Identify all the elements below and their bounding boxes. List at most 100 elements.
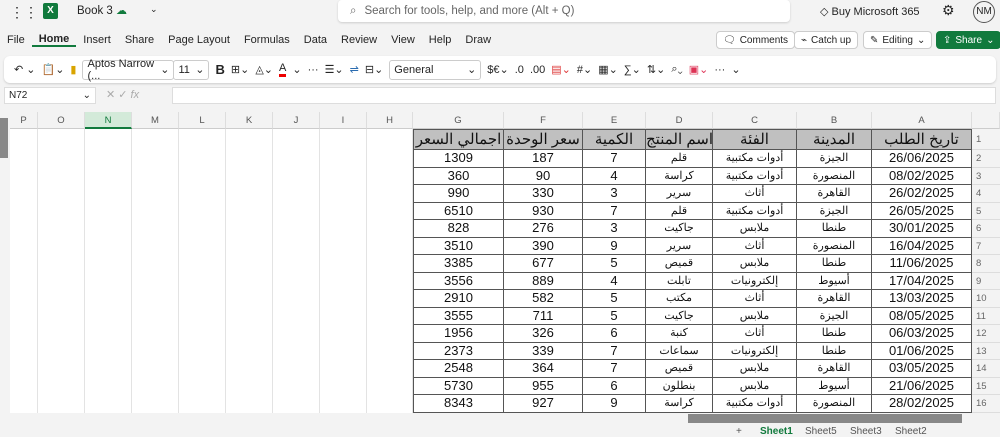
column-header-C[interactable]: C: [713, 112, 797, 129]
table-cell[interactable]: 4: [583, 272, 646, 290]
font-color-icon[interactable]: A: [279, 62, 287, 77]
column-header-J[interactable]: J: [273, 112, 320, 129]
table-cell[interactable]: طنطا: [797, 325, 872, 343]
spreadsheet-grid[interactable]: P O N M L K J I H G F E D C B A 1 تاريخ الطلب المدينة الفئة…: [10, 112, 1000, 413]
table-cell[interactable]: 276: [504, 220, 583, 238]
font-family-select[interactable]: Aptos Narrow (... ⌄: [82, 58, 175, 82]
table-cell[interactable]: تابلت: [646, 272, 713, 290]
menu-tab-home[interactable]: Home: [31, 33, 77, 47]
table-cell[interactable]: 5: [583, 255, 646, 273]
avatar[interactable]: NM: [973, 1, 995, 23]
table-cell[interactable]: أثاث: [713, 185, 797, 203]
more-icon[interactable]: ···: [308, 64, 319, 76]
comments-button[interactable]: 🗨 Comments: [716, 31, 796, 49]
menu-tab-page-layout[interactable]: Page Layout: [161, 34, 237, 46]
table-cell[interactable]: 6: [583, 325, 646, 343]
row-header[interactable]: 2: [972, 150, 1000, 168]
row-header[interactable]: 12: [972, 325, 1000, 343]
table-cell[interactable]: الجيزة: [797, 202, 872, 220]
menu-tab-file[interactable]: File: [0, 34, 32, 46]
table-cell[interactable]: 360: [413, 167, 504, 185]
undo-icon[interactable]: ↶ ⌄: [14, 63, 36, 76]
table-cell[interactable]: 5: [583, 307, 646, 325]
horizontal-scrollbar[interactable]: [688, 414, 962, 423]
formula-bar-input[interactable]: [172, 87, 996, 104]
table-cell[interactable]: 90: [504, 167, 583, 185]
table-cell[interactable]: سماعات: [646, 342, 713, 360]
paste-icon[interactable]: 📋⌄: [42, 63, 65, 76]
table-cell[interactable]: أدوات مكتبية: [713, 395, 797, 413]
table-cell[interactable]: 3: [583, 220, 646, 238]
table-cell[interactable]: 9: [583, 237, 646, 255]
fill-color-icon[interactable]: ◬⌄: [255, 63, 273, 76]
share-button[interactable]: ⇪ Share ⌄: [936, 31, 1000, 49]
table-cell[interactable]: إلكترونيات: [713, 342, 797, 360]
row-header[interactable]: 14: [972, 360, 1000, 378]
table-cell[interactable]: ملابس: [713, 360, 797, 378]
app-launcher-icon[interactable]: ⋮⋮: [10, 4, 38, 21]
table-cell[interactable]: 21/06/2025: [872, 377, 972, 395]
sheet-tab-sheet3[interactable]: Sheet3: [850, 426, 882, 437]
table-cell[interactable]: 7: [583, 360, 646, 378]
table-cell[interactable]: قلم: [646, 150, 713, 168]
column-header-H[interactable]: H: [367, 112, 413, 129]
menu-tab-insert[interactable]: Insert: [76, 34, 118, 46]
table-cell[interactable]: أدوات مكتبية: [713, 150, 797, 168]
decrease-decimal-icon[interactable]: .00: [530, 64, 545, 76]
row-header[interactable]: 10: [972, 290, 1000, 308]
table-cell[interactable]: 2910: [413, 290, 504, 308]
table-cell[interactable]: 1309: [413, 150, 504, 168]
table-cell[interactable]: 4: [583, 167, 646, 185]
table-cell[interactable]: 5730: [413, 377, 504, 395]
row-header[interactable]: 15: [972, 377, 1000, 395]
table-cell[interactable]: 03/05/2025: [872, 360, 972, 378]
row-header[interactable]: 3: [972, 167, 1000, 185]
table-cell[interactable]: 30/01/2025: [872, 220, 972, 238]
sheet-tab-sheet2[interactable]: Sheet2: [895, 426, 927, 437]
table-cell[interactable]: 3556: [413, 272, 504, 290]
table-cell[interactable]: ملابس: [713, 255, 797, 273]
vertical-scrollbar[interactable]: [0, 112, 10, 413]
table-header-cell[interactable]: الفئة: [713, 129, 797, 150]
wrap-text-icon[interactable]: ⇌: [350, 63, 359, 76]
table-cell[interactable]: مكتب: [646, 290, 713, 308]
bold-button[interactable]: B: [215, 62, 224, 77]
table-cell[interactable]: 26/02/2025: [872, 185, 972, 203]
table-cell[interactable]: 828: [413, 220, 504, 238]
table-cell[interactable]: 326: [504, 325, 583, 343]
table-cell[interactable]: 889: [504, 272, 583, 290]
table-cell[interactable]: القاهرة: [797, 185, 872, 203]
table-cell[interactable]: كراسة: [646, 395, 713, 413]
table-header-cell[interactable]: سعر الوحدة: [504, 129, 583, 150]
column-header-P[interactable]: P: [10, 112, 38, 129]
table-cell[interactable]: أثاث: [713, 237, 797, 255]
column-header-E[interactable]: E: [583, 112, 646, 129]
table-cell[interactable]: أدوات مكتبية: [713, 167, 797, 185]
table-cell[interactable]: 930: [504, 202, 583, 220]
table-cell[interactable]: الجيزة: [797, 307, 872, 325]
table-header-cell[interactable]: اجمالي السعر: [413, 129, 504, 150]
table-cell[interactable]: 711: [504, 307, 583, 325]
workbook-title[interactable]: Book 3: [77, 5, 113, 17]
column-header-K[interactable]: K: [226, 112, 273, 129]
search-input[interactable]: ⌕ Search for tools, help, and more (Alt +…: [338, 0, 790, 22]
table-cell[interactable]: بنطلون: [646, 377, 713, 395]
editing-mode-button[interactable]: ✎ Editing ⌄: [863, 31, 933, 49]
align-icon[interactable]: ☰⌄: [325, 63, 344, 76]
table-header-cell[interactable]: اسم المنتج: [646, 129, 713, 150]
table-cell[interactable]: المنصورة: [797, 395, 872, 413]
table-cell[interactable]: 11/06/2025: [872, 255, 972, 273]
catch-up-button[interactable]: ⌁ Catch up: [794, 31, 859, 49]
add-ins-icon[interactable]: ▣⌄: [689, 63, 709, 76]
menu-tab-view[interactable]: View: [384, 34, 422, 46]
row-header[interactable]: 7: [972, 237, 1000, 255]
table-cell[interactable]: أثاث: [713, 325, 797, 343]
column-header-A[interactable]: A: [872, 112, 972, 129]
table-cell[interactable]: ملابس: [713, 377, 797, 395]
row-header[interactable]: 1: [972, 129, 1000, 150]
add-sheet-button[interactable]: +: [736, 426, 742, 437]
row-header[interactable]: 6: [972, 220, 1000, 238]
font-size-select[interactable]: 11 ⌄: [173, 59, 210, 80]
menu-tab-share[interactable]: Share: [118, 34, 161, 46]
currency-icon[interactable]: $€⌄: [487, 63, 508, 76]
